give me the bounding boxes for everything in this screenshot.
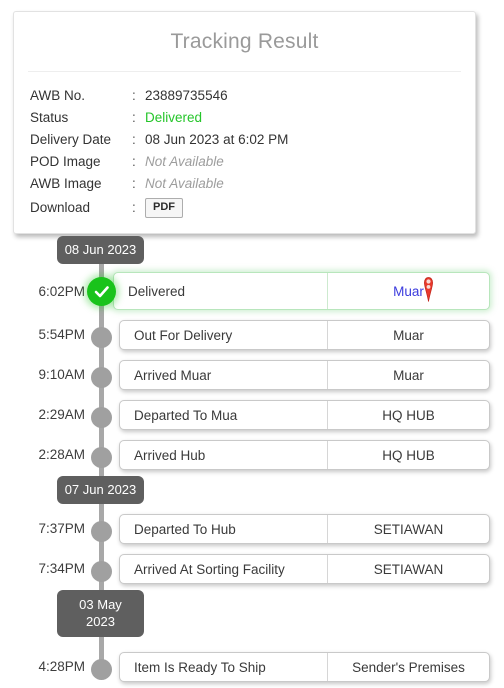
event-location: HQ HUB [328,401,489,429]
info-separator: : [132,110,136,125]
timeline-event-box[interactable]: Delivered Muar [113,272,490,310]
event-description: Out For Delivery [120,321,328,349]
timeline-event-box[interactable]: Arrived At Sorting Facility SETIAWAN [119,554,490,584]
event-location: Sender's Premises [328,653,489,681]
map-pin-icon [423,277,434,306]
info-label: AWB No. [30,88,86,103]
dot-icon [91,447,112,468]
timeline-date-text: 2023 [86,614,115,629]
info-label: AWB Image [30,176,102,191]
timeline-event-box[interactable]: Out For Delivery Muar [119,320,490,350]
info-label: Download [30,199,91,215]
event-location-text: Muar [393,327,424,343]
timeline-date-text: 08 Jun 2023 [64,242,137,257]
timeline-event-row: 4:28PM Item Is Ready To Ship Sender's Prem… [0,648,504,688]
info-label: Delivery Date [30,132,112,147]
timeline-date-badge: 08 Jun 2023 [57,236,144,264]
timeline-date-group: 08 Jun 2023 [0,236,504,270]
info-separator: : [132,199,136,215]
timeline-event-row: 6:02PM Delivered Muar [0,270,504,316]
page-title: Tracking Result [170,30,319,53]
info-separator: : [132,176,136,191]
event-location: HQ HUB [328,441,489,469]
timeline-event-row: 5:54PM Out For Delivery Muar [0,316,504,356]
event-time: 7:34PM [38,561,85,576]
info-value: Not Available [145,176,224,191]
event-location-text: Sender's Premises [352,659,465,675]
event-location: Muar [328,321,489,349]
timeline-date-group: 03 May 2023 [0,590,504,648]
event-description: Item Is Ready To Ship [120,653,328,681]
info-row: Delivery Date:08 Jun 2023 at 6:02 PM [30,129,288,151]
tracking-details: AWB No.:23889735546 Status: Delivered Deliv… [14,72,475,233]
event-location-text: SETIAWAN [373,521,444,537]
info-row: AWB No.:23889735546 [30,85,288,107]
info-value: Not Available [145,154,224,169]
timeline-date-group: 07 Jun 2023 [0,476,504,510]
event-time: 7:37PM [38,521,85,536]
info-separator: : [132,154,136,169]
event-description: Delivered [114,273,328,309]
dot-icon [91,521,112,542]
tracking-result-card: Tracking Result AWB No.:23889735546 Statu… [13,11,476,234]
dot-icon [91,561,112,582]
info-separator: : [132,88,136,103]
timeline-date-badge: 03 May 2023 [57,590,144,637]
event-location: Muar [328,273,489,309]
timeline-event-box[interactable]: Arrived Muar Muar [119,360,490,390]
event-description: Departed To Hub [120,515,328,543]
timeline-date-text: 07 Jun 2023 [64,482,137,497]
event-time: 5:54PM [38,327,85,342]
info-row: POD Image: Not Available [30,151,288,173]
timeline-event-box[interactable]: Departed To Hub SETIAWAN [119,514,490,544]
event-location-text: HQ HUB [382,447,435,463]
timeline-event-row: 9:10AM Arrived Muar Muar [0,356,504,396]
timeline-event-box[interactable]: Arrived Hub HQ HUB [119,440,490,470]
event-location-text: Muar [393,367,424,383]
timeline-event-row: 2:29AM Departed To Mua HQ HUB [0,396,504,436]
event-location: SETIAWAN [328,515,489,543]
event-description: Arrived Muar [120,361,328,389]
info-value: 23889735546 [145,88,228,103]
info-value: Delivered [145,110,203,125]
event-location: SETIAWAN [328,555,489,583]
event-time: 9:10AM [38,367,85,382]
download-pdf-button[interactable]: PDF [145,198,183,218]
dot-icon [91,327,112,348]
check-circle-icon [87,277,116,306]
event-location-text: HQ HUB [382,407,435,423]
event-description: Arrived Hub [120,441,328,469]
event-location-text: SETIAWAN [373,561,444,577]
info-row: AWB Image: Not Available [30,173,288,195]
event-time: 4:28PM [38,659,85,674]
event-description: Departed To Mua [120,401,328,429]
info-value[interactable]: PDF [145,195,288,220]
event-time: 2:28AM [38,447,85,462]
event-location: Muar [328,361,489,389]
dot-icon [91,367,112,388]
tracking-timeline: 08 Jun 2023 6:02PM Delivered Muar 5:54PM Out … [0,236,504,688]
info-value: 08 Jun 2023 at 6:02 PM [145,132,289,147]
dot-icon [91,659,112,680]
timeline-event-row: 7:37PM Departed To Hub SETIAWAN [0,510,504,550]
timeline-event-box[interactable]: Item Is Ready To Ship Sender's Premises [119,652,490,682]
event-location-text: Muar [393,283,424,299]
dot-icon [91,407,112,428]
timeline-event-row: 7:34PM Arrived At Sorting Facility SETIAWA… [0,550,504,590]
info-row: Status: Delivered [30,107,288,129]
info-row: Download: PDF [30,195,288,220]
info-label: POD Image [30,154,101,169]
event-description: Arrived At Sorting Facility [120,555,328,583]
event-time: 2:29AM [38,407,85,422]
tracking-info-table: AWB No.:23889735546 Status: Delivered Deliv… [30,85,288,220]
info-label: Status [30,110,69,125]
event-time: 6:02PM [38,284,85,299]
info-separator: : [132,132,136,147]
timeline-date-text: 03 May [79,597,122,612]
timeline-event-row: 2:28AM Arrived Hub HQ HUB [0,436,504,476]
timeline-event-box[interactable]: Departed To Mua HQ HUB [119,400,490,430]
timeline-date-badge: 07 Jun 2023 [57,476,144,504]
